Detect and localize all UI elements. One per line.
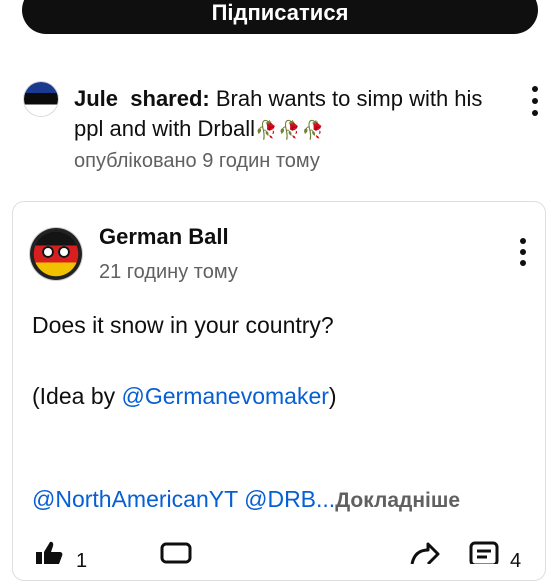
- shared-post-text: Jule shared: Brah wants to simp with his…: [74, 84, 514, 145]
- germany-ball-avatar[interactable]: [30, 228, 82, 280]
- post-more-options-icon[interactable]: [519, 238, 527, 266]
- thumbs-up-icon[interactable]: [32, 540, 66, 564]
- comment-icon[interactable]: [160, 540, 192, 564]
- flag-avatar-icon[interactable]: [24, 82, 58, 116]
- subscribe-label: Підписатися: [211, 0, 349, 25]
- action-bar: 1 4: [0, 536, 560, 572]
- eye-right-icon: [58, 246, 70, 258]
- shared-timestamp: опубліковано 9 годин тому: [74, 150, 320, 172]
- post-text-line: Does it snow in your country?: [32, 312, 334, 338]
- more-options-icon[interactable]: [531, 86, 539, 116]
- eye-left-icon: [42, 246, 54, 258]
- post-mentions-line: @NorthAmericanYT @DRB...Докладніше: [32, 486, 460, 513]
- wilted-rose-emoji: 🥀🥀🥀: [254, 120, 326, 140]
- share-icon[interactable]: [408, 540, 440, 564]
- idea-suffix: ): [328, 383, 337, 409]
- drb-link[interactable]: @DRB: [244, 486, 316, 512]
- comments-count: 4: [510, 550, 522, 572]
- like-count: 1: [76, 550, 88, 572]
- post-author[interactable]: German Ball: [99, 224, 229, 250]
- idea-prefix: (Idea by: [32, 383, 122, 409]
- shared-author[interactable]: Jule: [74, 86, 118, 111]
- shared-action: shared:: [130, 86, 210, 111]
- shared-post-header: Jule shared: Brah wants to simp with his…: [0, 78, 560, 178]
- northamerican-link[interactable]: @NorthAmericanYT: [32, 486, 238, 512]
- read-more-button[interactable]: Докладніше: [335, 489, 460, 512]
- post-timestamp: 21 годину тому: [99, 261, 238, 283]
- germanevomaker-link[interactable]: @Germanevomaker: [122, 383, 329, 409]
- ellipsis: ...: [316, 486, 336, 512]
- post-idea-line: (Idea by @Germanevomaker): [32, 383, 337, 410]
- subscribe-button[interactable]: Підписатися: [22, 0, 538, 34]
- comments-count-icon[interactable]: [468, 540, 500, 564]
